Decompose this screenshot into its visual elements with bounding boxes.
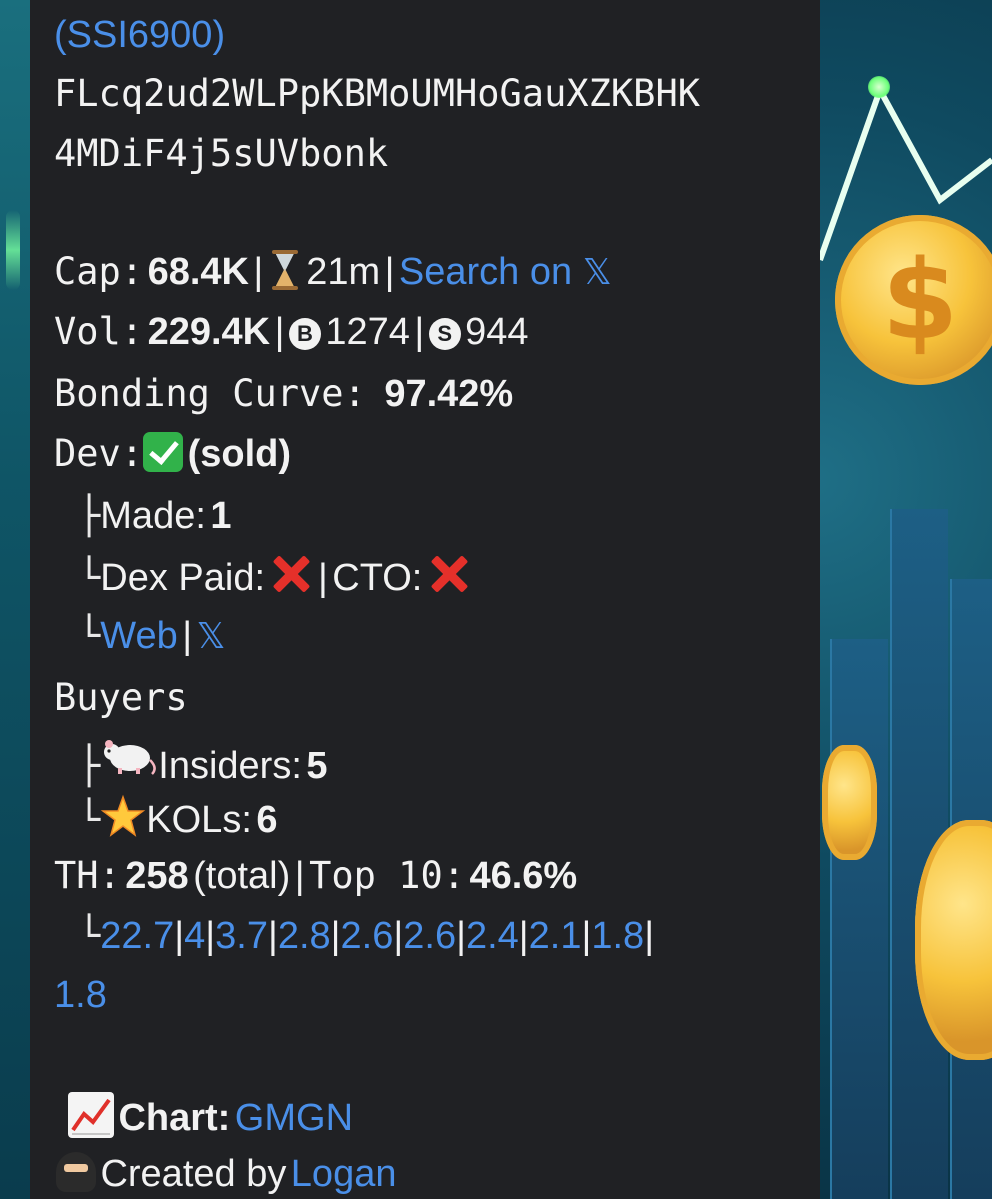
background-glow-dot <box>868 76 890 98</box>
holder-percent-link[interactable]: 2.4 <box>466 915 519 957</box>
insiders-row: ├ Insiders: 5 <box>54 734 328 788</box>
holder-percent-link[interactable]: 2.6 <box>403 915 456 957</box>
holder-distribution-row: └22.7|4|3.7|2.8|2.6|2.6|2.4|2.1|1.8| <box>54 914 654 958</box>
ticker-link[interactable]: (SSI6900) <box>54 14 225 57</box>
separator: | <box>330 915 341 957</box>
holders-row: TH: 258 (total) | Top 10: 46.6% <box>54 854 577 898</box>
glowing-star-icon <box>100 794 146 845</box>
cross-icon <box>427 552 471 596</box>
dev-label: Dev: <box>54 432 144 475</box>
sell-count: 944 <box>465 311 529 353</box>
separator: | <box>317 557 328 599</box>
contract-address-line1[interactable]: FLcq2ud2WLPpKBMoUMHoGauXZKBHK <box>54 72 700 115</box>
holder-percent-link[interactable]: 2.1 <box>529 915 582 957</box>
separator: | <box>384 251 395 293</box>
bonding-curve-label: Bonding Curve: <box>54 372 366 415</box>
buyers-label: Buyers <box>54 676 188 719</box>
cap-value: 68.4K <box>147 251 249 293</box>
search-on-x-label: Search on <box>398 251 573 293</box>
coin-icon <box>822 745 877 860</box>
th-label: TH: <box>54 854 121 897</box>
vol-label: Vol: <box>54 310 144 353</box>
th-value: 258 <box>125 855 189 897</box>
chart-label: Chart: <box>118 1097 231 1139</box>
creator-link[interactable]: Logan <box>291 1153 397 1195</box>
separator: | <box>294 855 305 897</box>
holder-percent-link[interactable]: 3.7 <box>215 915 268 957</box>
bonding-curve-row: Bonding Curve: 97.42% <box>54 372 513 416</box>
tree-end: └ <box>78 798 101 841</box>
web-link[interactable]: Web <box>100 615 177 657</box>
separator: | <box>274 311 285 353</box>
kols-label: KOLs: <box>146 799 252 841</box>
buy-badge-icon: B <box>288 318 321 350</box>
kols-value: 6 <box>256 799 278 841</box>
background-bar <box>830 639 888 1199</box>
contract-address-line2[interactable]: 4MDiF4j5sUVbonk <box>54 132 388 175</box>
check-icon <box>143 432 184 472</box>
separator: | <box>581 915 592 957</box>
sell-badge-icon: S <box>428 318 461 350</box>
dev-row: Dev: (sold) <box>54 432 291 476</box>
token-age: 21m <box>306 251 381 293</box>
tree-branch: ├ <box>78 744 101 787</box>
vol-value: 229.4K <box>147 311 271 353</box>
holder-percent-link[interactable]: 1.8 <box>591 915 644 957</box>
dev-made-row: ├Made: 1 <box>54 494 232 538</box>
separator: | <box>253 251 264 293</box>
gmgn-link[interactable]: GMGN <box>235 1097 353 1139</box>
dev-status: (sold) <box>187 433 291 475</box>
search-on-x-link[interactable]: Search on 𝕏 <box>399 251 612 293</box>
insiders-label: Insiders: <box>158 745 302 787</box>
dev-links-row: └Web | 𝕏 <box>54 614 226 658</box>
separator: | <box>644 915 655 957</box>
separator: | <box>393 915 404 957</box>
created-by-label: Created by <box>100 1153 287 1195</box>
cto-label: CTO: <box>332 557 423 599</box>
chart-increasing-icon <box>68 1092 114 1138</box>
background-left-strip <box>0 0 30 1199</box>
top10-value: 46.6% <box>469 855 578 897</box>
separator: | <box>456 915 466 957</box>
tree-end: └ <box>78 614 101 657</box>
holder-percent-link[interactable]: 2.8 <box>278 915 331 957</box>
hourglass-icon <box>271 250 298 290</box>
separator: | <box>174 915 185 957</box>
holder-distribution-row-wrap: 1.8 <box>54 974 107 1017</box>
chart-row: Chart: GMGN <box>54 1092 353 1140</box>
dex-paid-row: └Dex Paid: | CTO: <box>54 552 471 600</box>
created-by-row: Created by Logan <box>54 1152 396 1196</box>
insiders-value: 5 <box>306 745 328 787</box>
dex-paid-label: Dex Paid: <box>100 557 266 599</box>
message-bubble: (SSI6900) FLcq2ud2WLPpKBMoUMHoGauXZKBHK … <box>30 0 820 1199</box>
holder-percent-link[interactable]: 2.6 <box>341 915 394 957</box>
x-logo-icon[interactable]: 𝕏 <box>197 616 226 657</box>
cap-label: Cap: <box>54 250 144 293</box>
made-label: Made: <box>100 495 206 537</box>
coin-icon: $ <box>835 215 992 385</box>
th-suffix: (total) <box>193 855 291 897</box>
rat-icon <box>100 734 158 787</box>
x-logo-icon: 𝕏 <box>582 252 612 293</box>
separator: | <box>182 615 193 657</box>
kols-row: └ KOLs: 6 <box>54 794 277 845</box>
made-value: 1 <box>210 495 232 537</box>
buy-count: 1274 <box>325 311 410 353</box>
holder-percent-link[interactable]: 22.7 <box>100 915 174 957</box>
cap-row: Cap: 68.4K | 21m | Search on 𝕏 <box>54 250 612 294</box>
holder-percent-link[interactable]: 4 <box>184 915 205 957</box>
cross-icon <box>269 552 313 596</box>
tree-branch: ├ <box>78 494 101 537</box>
separator: | <box>267 915 278 957</box>
ninja-icon <box>56 1152 96 1192</box>
tree-end: └ <box>78 914 101 957</box>
separator: | <box>518 915 529 957</box>
holder-percent-link[interactable]: 1.8 <box>54 974 107 1016</box>
vol-row: Vol: 229.4K | B 1274 | S 944 <box>54 310 529 354</box>
tree-end: └ <box>78 556 101 599</box>
bonding-curve-value: 97.42% <box>384 373 514 415</box>
separator: | <box>205 915 216 957</box>
top10-label: Top 10: <box>309 854 465 897</box>
separator: | <box>414 311 425 353</box>
